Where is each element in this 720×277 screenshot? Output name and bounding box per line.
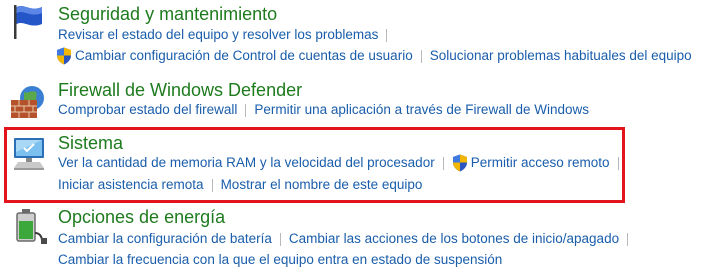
flag-icon[interactable] — [8, 2, 48, 42]
uac-shield-icon — [452, 154, 467, 172]
change-uac-settings-link[interactable]: Cambiar configuración de Control de cuen… — [75, 47, 413, 65]
security-links-row-1: Revisar el estado del equipo y resolver … — [58, 25, 395, 45]
link-separator — [211, 178, 213, 192]
view-ram-processor-link[interactable]: Ver la cantidad de memoria RAM y la velo… — [58, 154, 435, 172]
battery-icon[interactable] — [8, 207, 48, 247]
change-power-buttons-link[interactable]: Cambiar las acciones de los botones de i… — [289, 230, 619, 248]
uac-shield-icon — [57, 47, 71, 65]
link-separator — [617, 156, 619, 170]
system-links-row-1: Ver la cantidad de memoria RAM y la velo… — [58, 153, 627, 173]
system-title[interactable]: Sistema — [58, 132, 123, 154]
section-firewall: Firewall de Windows Defender Comprobar e… — [0, 76, 720, 124]
link-separator — [245, 103, 247, 117]
system-links-row-2: Iniciar asistencia remota Mostrar el nom… — [58, 175, 422, 195]
firewall-icon[interactable] — [8, 82, 48, 122]
review-computer-status-link[interactable]: Revisar el estado del equipo y resolver … — [58, 26, 378, 44]
link-separator — [279, 232, 281, 246]
security-maintenance-title[interactable]: Seguridad y mantenimiento — [58, 3, 277, 25]
security-links-row-2: Cambiar configuración de Control de cuen… — [56, 46, 692, 66]
section-system: Sistema Ver la cantidad de memoria RAM y… — [0, 130, 720, 200]
link-separator — [442, 156, 444, 170]
power-options-title[interactable]: Opciones de energía — [58, 206, 225, 228]
power-links-row-1: Cambiar la configuración de batería Camb… — [58, 229, 636, 249]
computer-icon[interactable] — [8, 134, 48, 174]
change-sleep-frequency-link[interactable]: Cambiar la frecuencia con la que el equi… — [58, 251, 502, 269]
section-power-options: Opciones de energía Cambiar la configura… — [0, 205, 720, 277]
power-links-row-2: Cambiar la frecuencia con la que el equi… — [58, 250, 502, 270]
firewall-title[interactable]: Firewall de Windows Defender — [58, 79, 302, 101]
allow-remote-access-link[interactable]: Permitir acceso remoto — [471, 154, 610, 172]
link-separator — [386, 28, 388, 42]
check-firewall-status-link[interactable]: Comprobar estado del firewall — [58, 101, 237, 119]
change-battery-settings-link[interactable]: Cambiar la configuración de batería — [58, 230, 272, 248]
launch-remote-assistance-link[interactable]: Iniciar asistencia remota — [58, 176, 204, 194]
link-separator — [420, 49, 422, 63]
show-computer-name-link[interactable]: Mostrar el nombre de este equipo — [221, 176, 423, 194]
allow-app-through-firewall-link[interactable]: Permitir una aplicación a través de Fire… — [254, 101, 589, 119]
firewall-links-row: Comprobar estado del firewall Permitir u… — [58, 100, 589, 120]
section-security-maintenance: Seguridad y mantenimiento Revisar el est… — [0, 0, 720, 72]
troubleshoot-common-problems-link[interactable]: Solucionar problemas habituales del equi… — [430, 47, 692, 65]
link-separator — [627, 232, 629, 246]
